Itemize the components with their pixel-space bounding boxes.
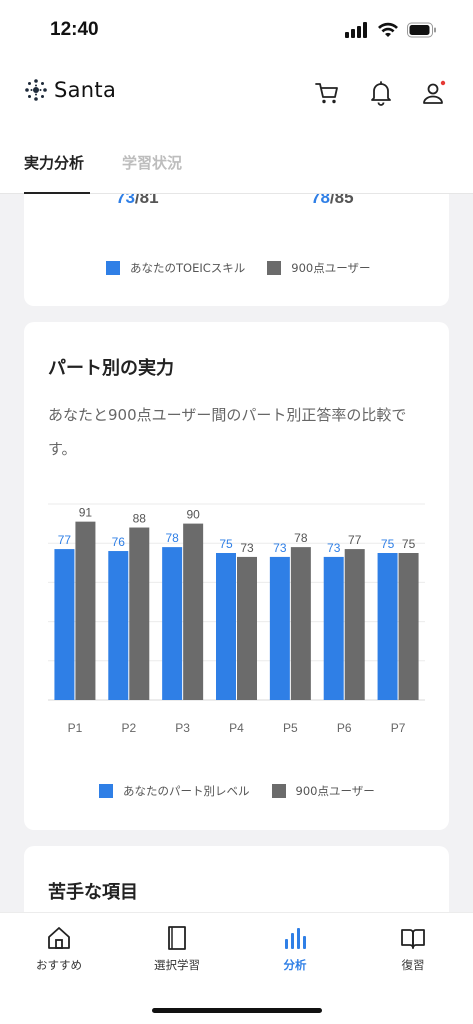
santa-logo-mark-icon — [25, 79, 47, 101]
chart-bar — [183, 523, 204, 700]
legend-label: 900点ユーザー — [295, 784, 375, 798]
bar-value-label: 77 — [58, 533, 72, 547]
chart-bar — [377, 553, 398, 700]
chart-bar — [75, 521, 96, 700]
max-score: 81 — [139, 194, 159, 207]
analysis-tabs: 実力分析 学習状況 — [0, 126, 473, 194]
logo-text: Santa — [54, 78, 117, 102]
legend-item: あなたのパート別レベル — [99, 783, 250, 799]
bar-value-label: 73 — [273, 541, 287, 555]
x-tick-label: P7 — [391, 721, 406, 735]
x-tick-label: P3 — [175, 721, 190, 735]
nav-label: おすすめ — [36, 958, 82, 972]
bell-icon[interactable] — [368, 80, 394, 106]
x-tick-label: P5 — [283, 721, 298, 735]
signal-icon — [345, 22, 367, 38]
bar-value-label: 73 — [240, 541, 254, 555]
card-description: あなたと900点ユーザー間のパート別正答率の比較です。 — [48, 406, 407, 458]
chart-bar — [162, 547, 183, 700]
review-book-icon — [401, 929, 425, 949]
nav-item-selected-study[interactable]: 選択学習 — [118, 925, 236, 973]
nav-item-review[interactable]: 復習 — [354, 925, 472, 973]
legend-swatch — [271, 784, 286, 798]
score-pair: 73/81 — [116, 194, 159, 208]
legend-swatch — [106, 261, 120, 275]
toeic-skill-card: 73/81 78/85 あなたのTOEICスキル 900点ユーザー — [24, 194, 449, 306]
bar-value-label: 88 — [133, 512, 147, 526]
bar-value-label: 75 — [219, 537, 233, 551]
bar-value-label: 78 — [294, 531, 308, 545]
x-tick-label: P1 — [68, 721, 83, 735]
legend-item: あなたのTOEICスキル — [106, 260, 245, 276]
bar-value-label: 90 — [186, 508, 200, 522]
status-time: 12:40 — [50, 19, 99, 40]
chart-bar — [344, 549, 365, 700]
bar-value-label: 75 — [381, 537, 395, 551]
chart-bar — [323, 556, 344, 700]
wifi-icon — [378, 22, 398, 37]
legend-label: 900点ユーザー — [291, 261, 371, 275]
cart-icon[interactable] — [314, 80, 340, 106]
chart-bar — [129, 527, 150, 700]
part-bar-chart: 77 91 P1 76 88 P2 78 90 P3 75 73 P4 73 78 P5 73 77 P6 75 75… — [48, 503, 425, 735]
status-icons — [345, 22, 437, 38]
home-indicator — [152, 1008, 322, 1013]
profile-icon[interactable] — [421, 80, 447, 106]
legend-swatch — [267, 261, 282, 275]
legend-label: あなたのTOEICスキル — [130, 261, 246, 275]
nav-item-analysis[interactable]: 分析 — [236, 925, 354, 973]
my-score: 78 — [311, 194, 330, 207]
bar-value-label: 75 — [402, 537, 416, 551]
x-tick-label: P6 — [337, 721, 352, 735]
bar-value-label: 77 — [348, 533, 362, 547]
tab-learning-status[interactable]: 学習状況 — [122, 152, 182, 173]
chart-bar — [237, 556, 257, 700]
nav-label: 選択学習 — [154, 958, 200, 972]
legend-item: 900点ユーザー — [267, 260, 371, 276]
nav-label: 分析 — [283, 958, 307, 972]
chart-bar — [290, 547, 311, 700]
book-icon — [168, 926, 186, 950]
legend-item: 900点ユーザー — [271, 783, 375, 799]
legend-label: あなたのパート別レベル — [123, 784, 250, 798]
chart-bar — [108, 551, 129, 700]
bar-value-label: 73 — [327, 541, 341, 555]
score-pair: 78/85 — [311, 194, 354, 208]
chart-bar — [269, 556, 290, 700]
card-title: パート別の実力 — [48, 358, 174, 379]
chart-bar — [398, 553, 419, 700]
tab-skill-analysis[interactable]: 実力分析 — [24, 152, 84, 173]
battery-icon — [407, 22, 436, 38]
nav-item-recommended[interactable]: おすすめ — [0, 925, 118, 973]
home-icon — [48, 927, 70, 949]
x-tick-label: P4 — [229, 721, 244, 735]
max-score: 85 — [334, 194, 354, 207]
legend-swatch — [99, 784, 113, 798]
chart-bar — [216, 553, 236, 700]
part-skill-card: パート別の実力 あなたと900点ユーザー間のパート別正答率の比較です。 77 91… — [24, 322, 449, 830]
bar-value-label: 78 — [165, 531, 179, 545]
status-bar: 12:40 — [0, 0, 473, 60]
x-tick-label: P2 — [121, 721, 136, 735]
nav-label: 復習 — [401, 958, 425, 972]
skill-legend: あなたのTOEICスキル 900点ユーザー — [106, 260, 393, 276]
card-title: 苦手な項目 — [48, 882, 138, 903]
my-score: 73 — [116, 194, 135, 207]
app-bar: Santa — [0, 60, 473, 126]
chart-bar — [54, 549, 75, 700]
santa-logo[interactable]: Santa — [24, 78, 116, 102]
bar-value-label: 76 — [112, 535, 126, 549]
analysis-icon — [285, 928, 306, 949]
part-legend: あなたのパート別レベル 900点ユーザー — [99, 783, 397, 799]
bar-value-label: 91 — [79, 506, 93, 520]
